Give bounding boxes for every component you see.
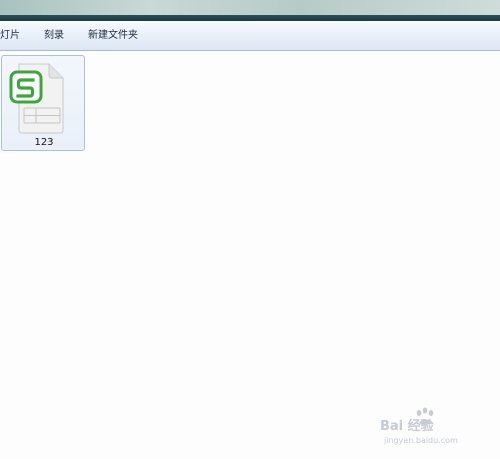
toolbar-new-folder-button[interactable]: 新建文件夹 bbox=[88, 30, 138, 42]
command-toolbar: 灯片 刻录 新建文件夹 bbox=[0, 21, 500, 51]
toolbar-burn-button[interactable]: 刻录 bbox=[44, 30, 64, 42]
spreadsheet-s-file-icon bbox=[9, 63, 64, 134]
window-title-strip bbox=[0, 0, 500, 21]
baidu-jingyan-watermark: Bai 经验 jingyan.baidu.com bbox=[378, 407, 494, 453]
file-name: 123 bbox=[34, 137, 54, 148]
toolbar-slideshow-button[interactable]: 灯片 bbox=[0, 30, 20, 42]
paw-icon bbox=[416, 407, 434, 425]
watermark-url: jingyan.baidu.com bbox=[384, 436, 458, 445]
file-item[interactable]: 123 bbox=[1, 55, 85, 151]
